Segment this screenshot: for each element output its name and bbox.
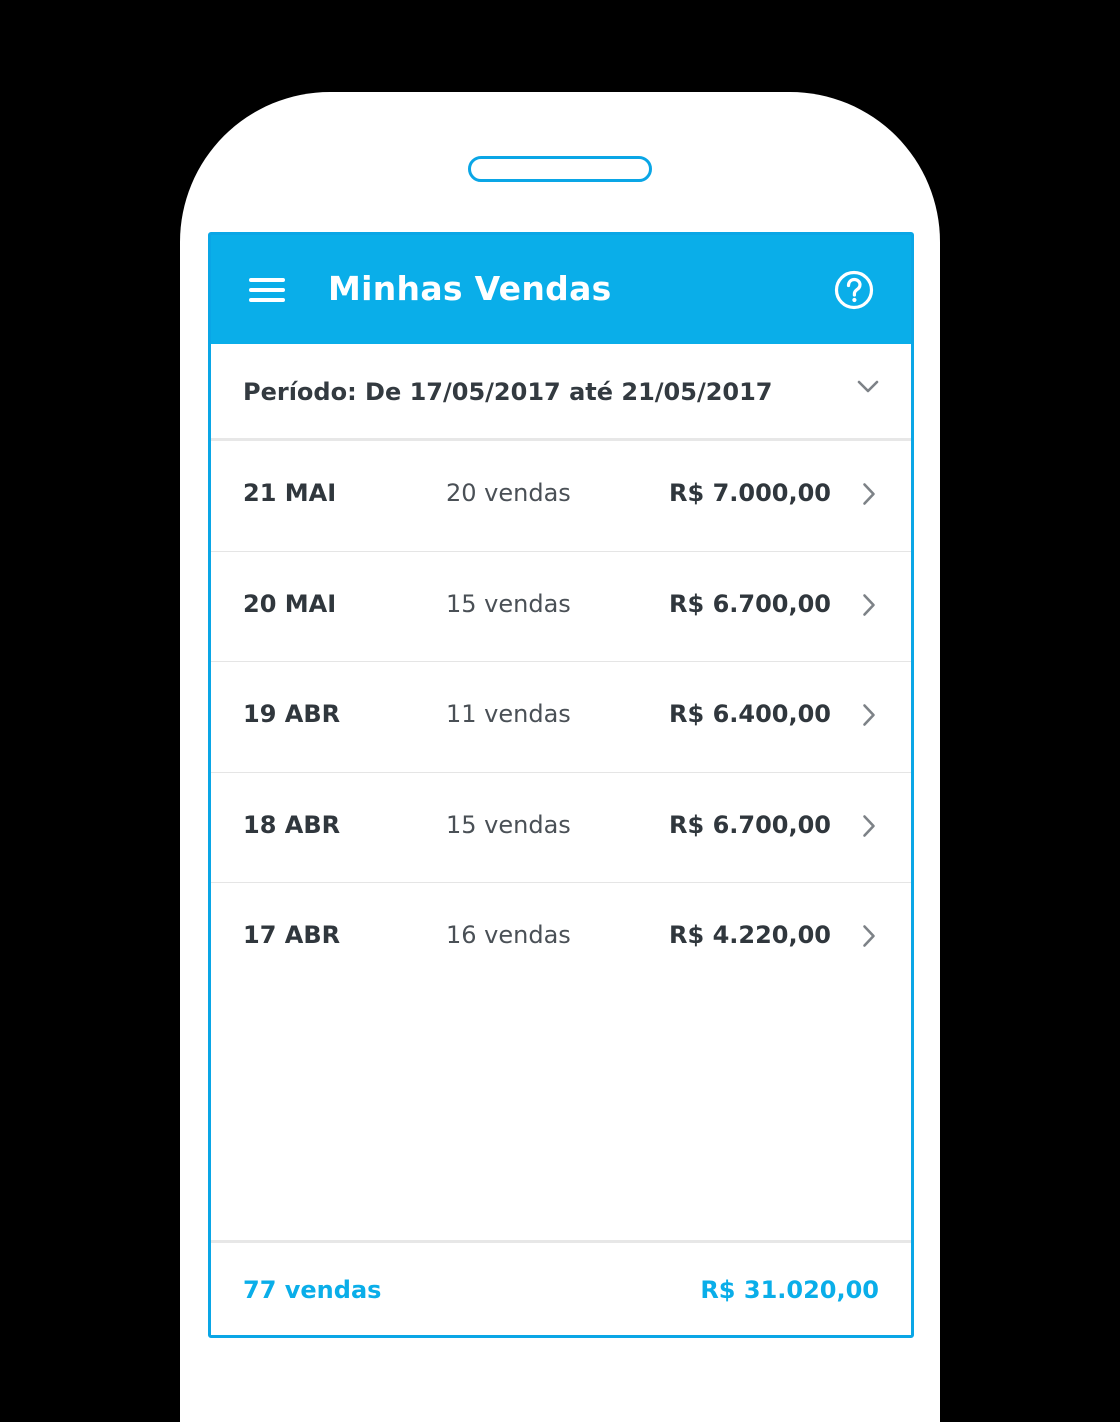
sales-day-value: R$ 6.700,00 <box>669 589 831 618</box>
sales-day-row[interactable]: 21 MAI 20 vendas R$ 7.000,00 <box>211 441 911 552</box>
sales-day-count: 20 vendas <box>446 479 571 507</box>
app-bar: Minhas Vendas <box>211 235 911 344</box>
app-screen: Minhas Vendas Período: De 17/05/2017 até… <box>208 232 914 1338</box>
chevron-right-icon <box>863 814 875 837</box>
sales-day-date: 18 ABR <box>243 810 341 839</box>
sales-day-row[interactable]: 17 ABR 16 vendas R$ 4.220,00 <box>211 883 911 993</box>
phone-frame: Minhas Vendas Período: De 17/05/2017 até… <box>180 92 940 1422</box>
hamburger-menu-icon[interactable] <box>249 277 285 303</box>
sales-day-row[interactable]: 18 ABR 15 vendas R$ 6.700,00 <box>211 773 911 883</box>
help-circle-icon[interactable] <box>833 269 875 311</box>
chevron-down-icon <box>857 380 879 393</box>
sales-day-count: 16 vendas <box>446 921 571 949</box>
phone-speaker <box>468 156 652 182</box>
totals-footer: 77 vendas R$ 31.020,00 <box>211 1240 911 1335</box>
sales-day-date: 17 ABR <box>243 921 341 949</box>
sales-day-count: 11 vendas <box>446 700 571 728</box>
sales-day-value: R$ 7.000,00 <box>669 479 831 507</box>
sales-day-date: 21 MAI <box>243 479 337 507</box>
total-sales-count: 77 vendas <box>243 1276 382 1304</box>
sales-day-value: R$ 4.220,00 <box>669 921 831 949</box>
total-sales-value: R$ 31.020,00 <box>700 1276 879 1304</box>
sales-day-value: R$ 6.700,00 <box>669 810 831 839</box>
sales-day-row[interactable]: 20 MAI 15 vendas R$ 6.700,00 <box>211 552 911 662</box>
sales-day-count: 15 vendas <box>446 589 571 618</box>
chevron-right-icon <box>863 483 875 505</box>
sales-day-row[interactable]: 19 ABR 11 vendas R$ 6.400,00 <box>211 662 911 773</box>
chevron-right-icon <box>863 704 875 726</box>
sales-day-count: 15 vendas <box>446 810 571 839</box>
sales-day-value: R$ 6.400,00 <box>669 700 831 728</box>
sales-list: 21 MAI 20 vendas R$ 7.000,00 20 MAI 15 v… <box>211 441 911 993</box>
sales-day-date: 20 MAI <box>243 589 337 618</box>
sales-day-date: 19 ABR <box>243 700 341 728</box>
period-selector[interactable]: Período: De 17/05/2017 até 21/05/2017 <box>211 344 911 441</box>
chevron-right-icon <box>863 925 875 947</box>
page-title: Minhas Vendas <box>328 269 612 308</box>
period-label: Período: De 17/05/2017 até 21/05/2017 <box>243 378 773 406</box>
chevron-right-icon <box>863 593 875 616</box>
